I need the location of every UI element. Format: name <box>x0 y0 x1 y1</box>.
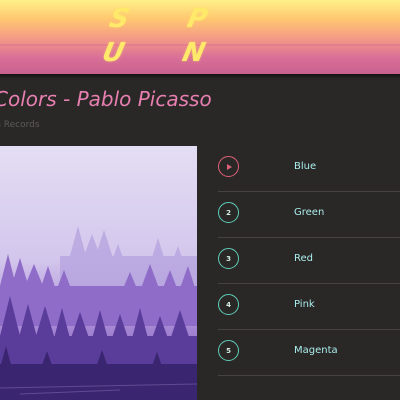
album-title: Colors - Pablo Picasso <box>0 87 212 111</box>
track-row[interactable]: 2 Green <box>218 192 400 238</box>
track-name: Pink <box>294 299 315 310</box>
album-cover <box>0 146 197 400</box>
header-shadow <box>0 74 400 79</box>
track-name: Blue <box>294 161 317 172</box>
play-icon <box>226 163 232 170</box>
track-number[interactable]: 5 <box>218 340 239 361</box>
track-name: Green <box>294 207 325 218</box>
track-number[interactable]: 2 <box>218 202 239 223</box>
track-name: Red <box>294 253 313 264</box>
play-button[interactable] <box>218 156 239 177</box>
track-number[interactable]: 3 <box>218 248 239 269</box>
track-number[interactable]: 4 <box>218 294 239 315</box>
track-name: Magenta <box>294 345 338 356</box>
track-list: Blue 2 Green 3 Red 4 Pink 5 Magenta <box>218 146 400 376</box>
app-header: S P U N <box>0 0 400 74</box>
app-logo[interactable]: S P U N <box>100 2 293 68</box>
record-label: ish Records <box>0 120 40 130</box>
track-row[interactable]: 4 Pink <box>218 284 400 330</box>
track-row[interactable]: 3 Red <box>218 238 400 284</box>
track-row[interactable]: Blue <box>218 146 400 192</box>
forest-album-art <box>0 146 197 400</box>
track-row[interactable]: 5 Magenta <box>218 330 400 376</box>
